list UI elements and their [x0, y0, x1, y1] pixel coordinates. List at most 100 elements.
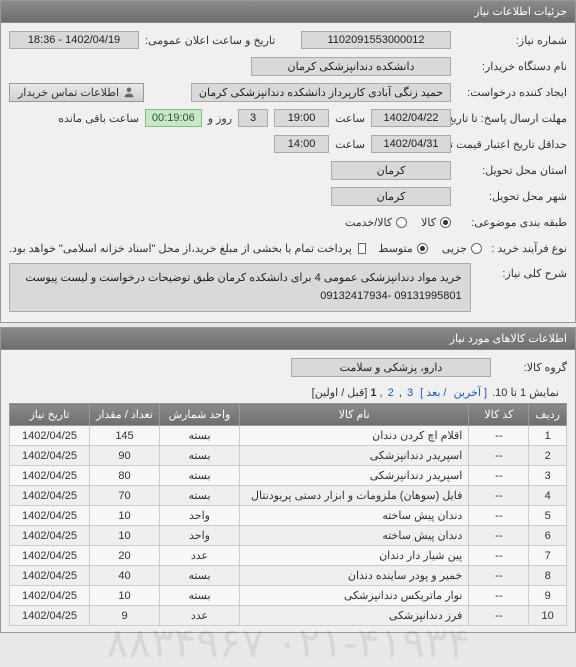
label-hour1: ساعت — [335, 112, 365, 125]
goods-panel: اطلاعات کالاهای مورد نیاز گروه کالا: دار… — [0, 327, 576, 633]
radio-medium[interactable]: متوسط — [378, 242, 428, 255]
cell-date: 1402/04/25 — [10, 446, 90, 466]
radio-dot-icon — [396, 217, 407, 228]
contact-buyer-button[interactable]: اطلاعات تماس خریدار — [9, 83, 144, 102]
cell-date: 1402/04/25 — [10, 466, 90, 486]
cell-name: فرز دندانپزشکی — [240, 606, 469, 626]
table-row[interactable]: 6--دندان پیش ساختهواحد101402/04/25 — [10, 526, 567, 546]
cell-name: اقلام اچ کردن دندان — [240, 426, 469, 446]
label-resp: مهلت ارسال پاسخ: تا تاریخ: — [457, 112, 567, 125]
cell-code: -- — [469, 466, 529, 486]
label-hour2: ساعت — [335, 138, 365, 151]
cell-name: پین شیار دار دندان — [240, 546, 469, 566]
cell-unit: عدد — [160, 546, 240, 566]
label-city: شهر محل تحویل: — [457, 190, 567, 203]
table-row[interactable]: 3--اسپریدر دندانپزشکیبسته801402/04/25 — [10, 466, 567, 486]
form-area: شماره نیاز: 1102091553000012 تاریخ و ساع… — [1, 23, 575, 322]
col-unit: واحد شمارش — [160, 404, 240, 426]
field-need-no: 1102091553000012 — [301, 31, 451, 49]
cell-qty: 80 — [90, 466, 160, 486]
table-row[interactable]: 9--نوار ماتریکس دندانپزشکیبسته101402/04/… — [10, 586, 567, 606]
cell-idx: 7 — [529, 546, 567, 566]
radio-minor[interactable]: جزیی — [442, 242, 482, 255]
table-row[interactable]: 1--اقلام اچ کردن دندانبسته1451402/04/25 — [10, 426, 567, 446]
radio-label: کالا — [421, 216, 436, 229]
cell-unit: واحد — [160, 526, 240, 546]
cell-idx: 4 — [529, 486, 567, 506]
table-row[interactable]: 10--فرز دندانپزشکیعدد91402/04/25 — [10, 606, 567, 626]
cell-unit: بسته — [160, 426, 240, 446]
cell-idx: 10 — [529, 606, 567, 626]
field-creator: حمید زنگی آبادی کارپرداز دانشکده دندانپز… — [191, 83, 451, 102]
cell-code: -- — [469, 506, 529, 526]
label-desc: شرح کلی نیاز: — [477, 263, 567, 280]
cell-code: -- — [469, 586, 529, 606]
cell-name: اسپریدر دندانپزشکی — [240, 466, 469, 486]
cell-date: 1402/04/25 — [10, 586, 90, 606]
field-group: دارو، پزشکی و سلامت — [291, 358, 491, 377]
label-need-no: شماره نیاز: — [457, 34, 567, 47]
cell-qty: 70 — [90, 486, 160, 506]
label-creator: ایجاد کننده درخواست: — [457, 86, 567, 99]
cell-name: فایل (سوهان) ملزومات و ابزار دستی پریودن… — [240, 486, 469, 506]
label-announce: تاریخ و ساعت اعلان عمومی: — [145, 34, 275, 47]
label-day: روز و — [208, 112, 232, 125]
col-name: نام کالا — [240, 404, 469, 426]
field-credit-date: 1402/04/31 — [371, 135, 451, 153]
radio-kala-service[interactable]: کالا/خدمت — [345, 216, 407, 229]
treasury-checkbox[interactable] — [358, 243, 366, 254]
cell-qty: 90 — [90, 446, 160, 466]
goods-table: ردیف کد کالا نام کالا واحد شمارش تعداد /… — [9, 403, 567, 626]
col-qty: تعداد / مقدار — [90, 404, 160, 426]
label-group: گروه کالا: — [497, 361, 567, 374]
pg-next[interactable]: / بعد ] — [420, 387, 446, 399]
pg-2[interactable]: 2 — [388, 387, 394, 399]
cell-idx: 8 — [529, 566, 567, 586]
cell-code: -- — [469, 546, 529, 566]
radio-kala[interactable]: کالا — [421, 216, 451, 229]
cell-qty: 9 — [90, 606, 160, 626]
radio-dot-icon — [440, 217, 451, 228]
table-row[interactable]: 4--فایل (سوهان) ملزومات و ابزار دستی پری… — [10, 486, 567, 506]
need-details-panel: جزئیات اطلاعات نیاز شماره نیاز: 11020915… — [0, 0, 576, 323]
cell-unit: واحد — [160, 506, 240, 526]
cell-idx: 9 — [529, 586, 567, 606]
table-row[interactable]: 2--اسپریدر دندانپزشکیبسته901402/04/25 — [10, 446, 567, 466]
cell-date: 1402/04/25 — [10, 546, 90, 566]
pg-first: [قبل / اولین] — [312, 387, 368, 399]
label-dev: نام دستگاه خریدار: — [457, 60, 567, 73]
field-dev: دانشکده دندانپزشکی کرمان — [251, 57, 451, 76]
cell-code: -- — [469, 426, 529, 446]
cell-code: -- — [469, 486, 529, 506]
col-date: تاریخ نیاز — [10, 404, 90, 426]
cell-code: -- — [469, 566, 529, 586]
pay-note: پرداخت تمام یا بخشی از مبلغ خرید،از محل … — [9, 242, 352, 255]
radio-label: جزیی — [442, 242, 467, 255]
cell-qty: 10 — [90, 586, 160, 606]
table-row[interactable]: 5--دندان پیش ساختهواحد101402/04/25 — [10, 506, 567, 526]
cell-date: 1402/04/25 — [10, 566, 90, 586]
cell-idx: 5 — [529, 506, 567, 526]
field-announce: 1402/04/19 - 18:36 — [9, 31, 139, 49]
table-row[interactable]: 7--پین شیار دار دندانعدد201402/04/25 — [10, 546, 567, 566]
person-icon — [123, 86, 135, 98]
cell-qty: 145 — [90, 426, 160, 446]
cell-unit: بسته — [160, 466, 240, 486]
cell-code: -- — [469, 446, 529, 466]
cell-name: نوار ماتریکس دندانپزشکی — [240, 586, 469, 606]
label-province: استان محل تحویل: — [457, 164, 567, 177]
paginator: نمایش 1 تا 10. [ آخرین / بعد ] 3 , 2 , 1… — [9, 382, 567, 403]
cell-name: دندان پیش ساخته — [240, 526, 469, 546]
label-subject: طبقه بندی موضوعی: — [457, 216, 567, 229]
radio-dot-icon — [471, 243, 482, 254]
subject-radio-group: کالا کالا/خدمت — [345, 216, 451, 229]
pg-3[interactable]: 3 — [407, 387, 413, 399]
cell-unit: عدد — [160, 606, 240, 626]
cell-name: خمیر و پودر ساینده دندان — [240, 566, 469, 586]
pg-last[interactable]: [ آخرین — [454, 387, 487, 399]
field-resp-days: 3 — [238, 109, 268, 127]
col-code: کد کالا — [469, 404, 529, 426]
table-row[interactable]: 8--خمیر و پودر ساینده دندانبسته401402/04… — [10, 566, 567, 586]
cell-code: -- — [469, 526, 529, 546]
goods-panel-title: اطلاعات کالاهای مورد نیاز — [1, 328, 575, 350]
